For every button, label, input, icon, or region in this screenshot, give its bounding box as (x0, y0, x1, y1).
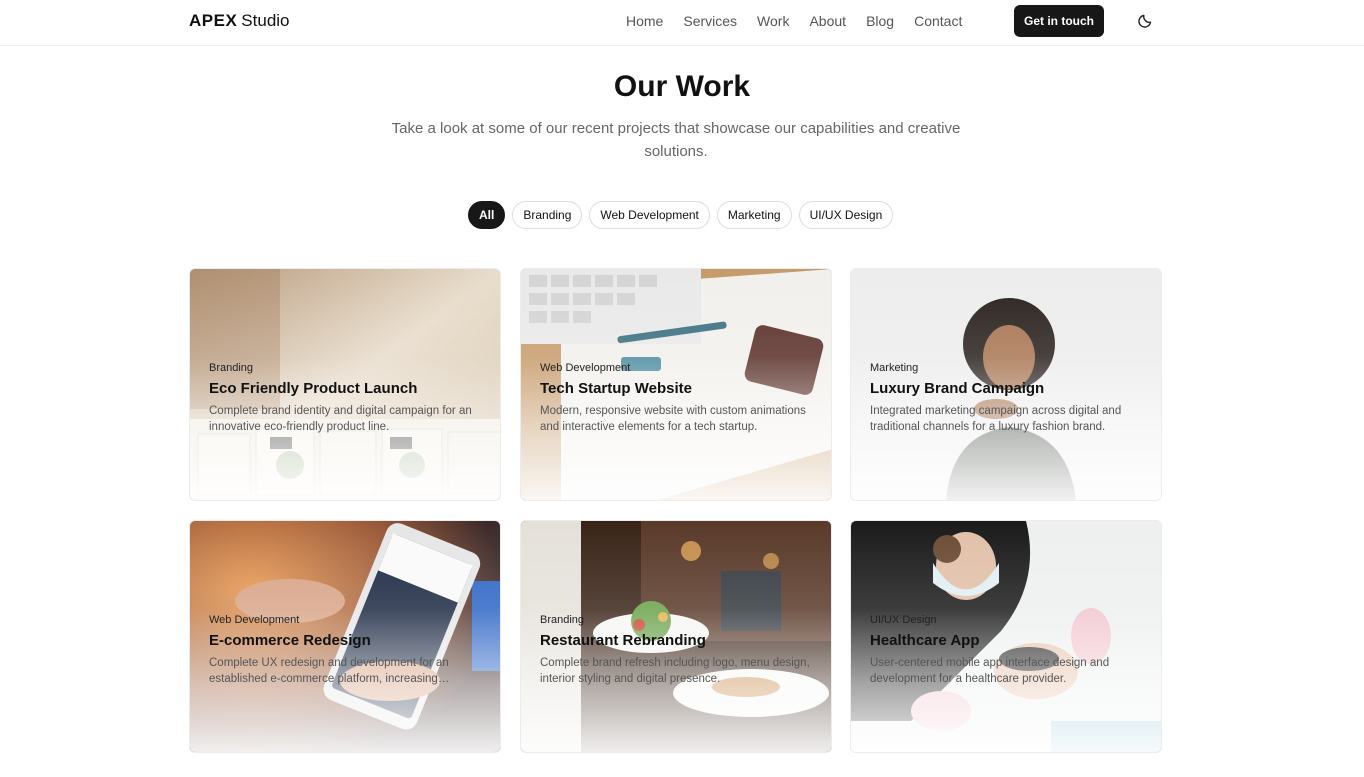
moon-icon[interactable] (1136, 10, 1156, 30)
project-title: Healthcare App (870, 632, 980, 649)
project-card[interactable]: UI/UX Design Healthcare App User-centere… (850, 520, 1162, 753)
brand-name-light: Studio (241, 11, 290, 30)
filter-marketing-chip[interactable]: Marketing (716, 201, 792, 229)
nav-home-link[interactable]: Home (626, 13, 663, 29)
nav-work-link[interactable]: Work (757, 13, 789, 29)
filter-branding-chip[interactable]: Branding (512, 201, 583, 229)
project-title: Eco Friendly Product Launch (209, 380, 418, 397)
project-description: Integrated marketing campaign across dig… (870, 405, 1122, 433)
nav-blog-link[interactable]: Blog (866, 13, 894, 29)
filter-web-development-chip[interactable]: Web Development (589, 201, 710, 229)
get-in-touch-button[interactable]: Get in touch (1014, 5, 1104, 37)
category-filters: All Branding Web Development Marketing U… (468, 201, 894, 229)
project-category: Branding (540, 614, 585, 626)
project-card[interactable]: Branding Eco Friendly Product Launch Com… (189, 268, 501, 501)
nav-about-link[interactable]: About (809, 13, 846, 29)
card-content: UI/UX Design Healthcare App User-centere… (870, 614, 1145, 687)
project-category: Marketing (870, 362, 919, 374)
project-card[interactable]: Marketing Luxury Brand Campaign Integrat… (850, 268, 1162, 501)
project-card[interactable]: Web Development Tech Startup Website Mod… (520, 268, 832, 501)
card-content: Branding Restaurant Rebranding Complete … (540, 614, 815, 687)
filter-ui-ux-design-chip[interactable]: UI/UX Design (798, 201, 894, 229)
card-content: Web Development E-commerce Redesign Comp… (209, 614, 484, 687)
project-title: Restaurant Rebranding (540, 632, 706, 649)
card-content: Web Development Tech Startup Website Mod… (540, 362, 815, 435)
project-title: Tech Startup Website (540, 380, 692, 397)
project-description: Complete brand identity and digital camp… (209, 405, 472, 433)
brand-logo[interactable]: APEX Studio (189, 11, 290, 31)
project-title: Luxury Brand Campaign (870, 380, 1045, 397)
brand-name-bold: APEX (189, 11, 238, 30)
card-content: Marketing Luxury Brand Campaign Integrat… (870, 362, 1145, 435)
project-category: Web Development (540, 362, 631, 374)
project-category: Web Development (209, 614, 300, 626)
nav-services-link[interactable]: Services (683, 13, 737, 29)
project-category: Branding (209, 362, 254, 374)
project-card[interactable]: Branding Restaurant Rebranding Complete … (520, 520, 832, 753)
project-title: E-commerce Redesign (209, 632, 371, 649)
project-category: UI/UX Design (870, 614, 937, 626)
card-content: Branding Eco Friendly Product Launch Com… (209, 362, 484, 435)
project-description: Complete brand refresh including logo, m… (540, 657, 810, 685)
project-card[interactable]: Web Development E-commerce Redesign Comp… (189, 520, 501, 753)
project-description: User-centered mobile app interface desig… (870, 657, 1110, 685)
section-subtitle: Take a look at some of our recent projec… (391, 120, 961, 160)
section-title: Our Work (613, 70, 751, 103)
filter-all-chip[interactable]: All (468, 201, 506, 229)
project-description: Complete UX redesign and development for… (209, 657, 449, 685)
project-description: Modern, responsive website with custom a… (540, 405, 806, 433)
nav-contact-link[interactable]: Contact (914, 13, 962, 29)
top-navbar: APEX Studio Home Services Work About Blog… (0, 0, 1364, 46)
main-menu: Home Services Work About Blog Contact (626, 13, 982, 29)
